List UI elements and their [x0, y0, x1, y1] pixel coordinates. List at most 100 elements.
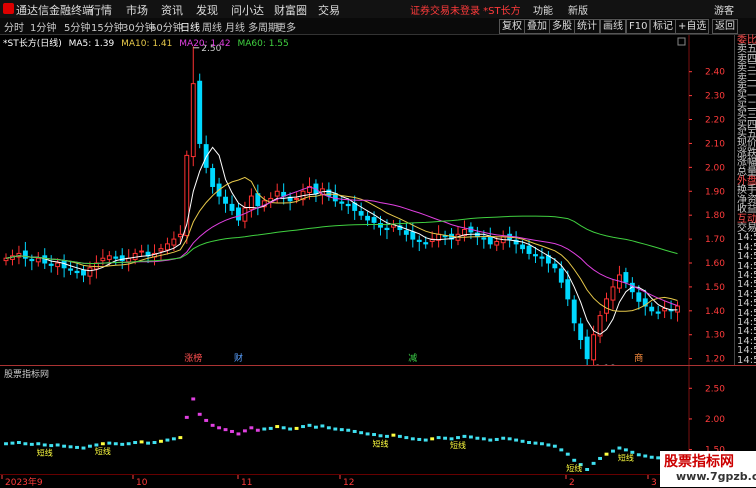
- period-toolbar: 分时 1分钟 5分钟 15分钟 30分钟 60分钟 日线 周线 月线 多周期 更…: [0, 18, 756, 35]
- indicator-bar: [100, 442, 105, 446]
- candle-body: [384, 227, 390, 231]
- tab-60min[interactable]: 60分钟: [150, 19, 183, 34]
- candle-body: [655, 311, 661, 314]
- ma10-value: MA10: 1.41: [121, 39, 173, 49]
- candle-body: [365, 215, 371, 221]
- candle-body: [403, 230, 409, 235]
- indicator-bar: [320, 424, 325, 428]
- indicator-bar: [527, 441, 531, 445]
- indicator-bar: [197, 412, 202, 416]
- menu-hq[interactable]: 行情: [90, 2, 112, 18]
- indicator-bar: [294, 426, 299, 430]
- tab-more[interactable]: 更多: [276, 19, 296, 34]
- function-button[interactable]: 功能: [533, 2, 553, 17]
- f10-button[interactable]: F10: [626, 19, 651, 34]
- event-marker[interactable]: 减: [408, 352, 417, 364]
- candle-body: [197, 80, 203, 144]
- indicator-bar: [436, 436, 441, 440]
- add-watchlist-button[interactable]: +自选: [675, 19, 710, 34]
- candle-body: [416, 239, 422, 242]
- indicator-bar: [585, 468, 590, 471]
- candle-body: [68, 268, 74, 271]
- back-button[interactable]: 返回: [712, 19, 738, 34]
- tab-1min[interactable]: 1分钟: [30, 19, 56, 34]
- menu-wealth[interactable]: 财富圈: [274, 2, 307, 18]
- event-marker[interactable]: 财: [234, 352, 243, 364]
- menu-trade[interactable]: 交易: [318, 2, 340, 18]
- candle-body: [3, 257, 9, 262]
- menu-market[interactable]: 市场: [126, 2, 148, 18]
- candle-body: [474, 232, 480, 238]
- indicator-bar: [507, 437, 512, 441]
- app-logo-icon: [3, 3, 14, 14]
- menu-ask[interactable]: 问小达: [231, 2, 264, 18]
- new-version-button[interactable]: 新版: [568, 2, 588, 17]
- indicator-bar: [404, 436, 409, 440]
- candle-body: [565, 279, 571, 300]
- title-bar: 通达信金融终端 行情 市场 资讯 发现 问小达 财富圈 交易 证券交易未登录 *…: [0, 0, 756, 19]
- ma5-value: MA5: 1.39: [68, 39, 115, 49]
- menu-news[interactable]: 资讯: [161, 2, 183, 18]
- window-mode-icon[interactable]: [677, 37, 686, 46]
- guest-button[interactable]: 游客: [714, 2, 734, 17]
- candle-body: [571, 299, 577, 324]
- indicator-bar: [255, 428, 260, 432]
- candle-body: [22, 250, 28, 259]
- indicator-bar: [449, 437, 454, 441]
- draw-button[interactable]: 画线: [600, 19, 626, 34]
- indicator-bar: [456, 436, 460, 440]
- adjust-button[interactable]: 复权: [499, 19, 525, 34]
- indicator-bar: [423, 438, 428, 442]
- kline-chart[interactable]: 2.40 2.30 2.20 2.10 2.00 1.90 1.80 1.70 1.60 1.50…: [0, 35, 733, 365]
- candle-body: [520, 244, 526, 250]
- indicator-tick-label: 2.50: [705, 384, 725, 394]
- tab-15min[interactable]: 15分钟: [91, 19, 124, 34]
- candle-body: [339, 201, 345, 204]
- watermark-title: 股票指标网: [664, 454, 734, 470]
- candle-body: [533, 254, 538, 257]
- indicator-chart[interactable]: 2.502.001.50短线短线短线短线短线短线: [0, 366, 733, 474]
- indicator-bar: [520, 439, 525, 443]
- tab-intraday[interactable]: 分时: [4, 19, 24, 34]
- indicator-label: 短线: [450, 440, 466, 450]
- indicator-bar: [481, 437, 486, 441]
- multi-stock-button[interactable]: 多股: [549, 19, 575, 34]
- stats-button[interactable]: 统计: [574, 19, 600, 34]
- indicator-bar: [540, 442, 544, 446]
- tab-weekly[interactable]: 周线: [202, 19, 222, 34]
- indicator-bar: [210, 423, 215, 427]
- indicator-bar: [598, 456, 602, 460]
- indicator-bar: [410, 437, 415, 441]
- candle-body: [591, 334, 597, 361]
- tab-multi-period[interactable]: 多周期: [248, 19, 278, 34]
- candle-body: [171, 238, 177, 246]
- tab-monthly[interactable]: 月线: [225, 19, 245, 34]
- candle-body: [158, 248, 164, 252]
- candle-body: [584, 336, 590, 360]
- y-tick-label: 1.90: [705, 187, 725, 197]
- candle-body: [164, 243, 170, 251]
- indicator-bar: [333, 427, 338, 431]
- y-tick-label: 1.30: [705, 331, 725, 341]
- indicator-bar: [223, 428, 228, 432]
- candle-body: [139, 250, 145, 253]
- event-marker[interactable]: 商: [634, 352, 643, 364]
- indicator-bar: [107, 441, 112, 445]
- indicator-bar: [236, 432, 241, 436]
- indicator-bar: [139, 440, 144, 444]
- indicator-bar: [133, 441, 138, 445]
- tab-5min[interactable]: 5分钟: [64, 19, 90, 34]
- y-tick-label: 2.40: [705, 68, 725, 78]
- tab-daily[interactable]: 日线: [180, 19, 200, 34]
- indicator-bar: [281, 426, 286, 430]
- event-marker[interactable]: 涨榜: [184, 352, 202, 364]
- mark-button[interactable]: 标记: [650, 19, 676, 34]
- trade-login-notice[interactable]: 证券交易未登录 *ST长方: [410, 2, 521, 17]
- indicator-bar: [514, 438, 519, 442]
- indicator-bar: [23, 442, 28, 446]
- candle-body: [649, 306, 655, 312]
- candle-body: [210, 168, 216, 187]
- indicator-bar: [365, 432, 370, 436]
- menu-discover[interactable]: 发现: [196, 2, 218, 18]
- overlay-button[interactable]: 叠加: [524, 19, 550, 34]
